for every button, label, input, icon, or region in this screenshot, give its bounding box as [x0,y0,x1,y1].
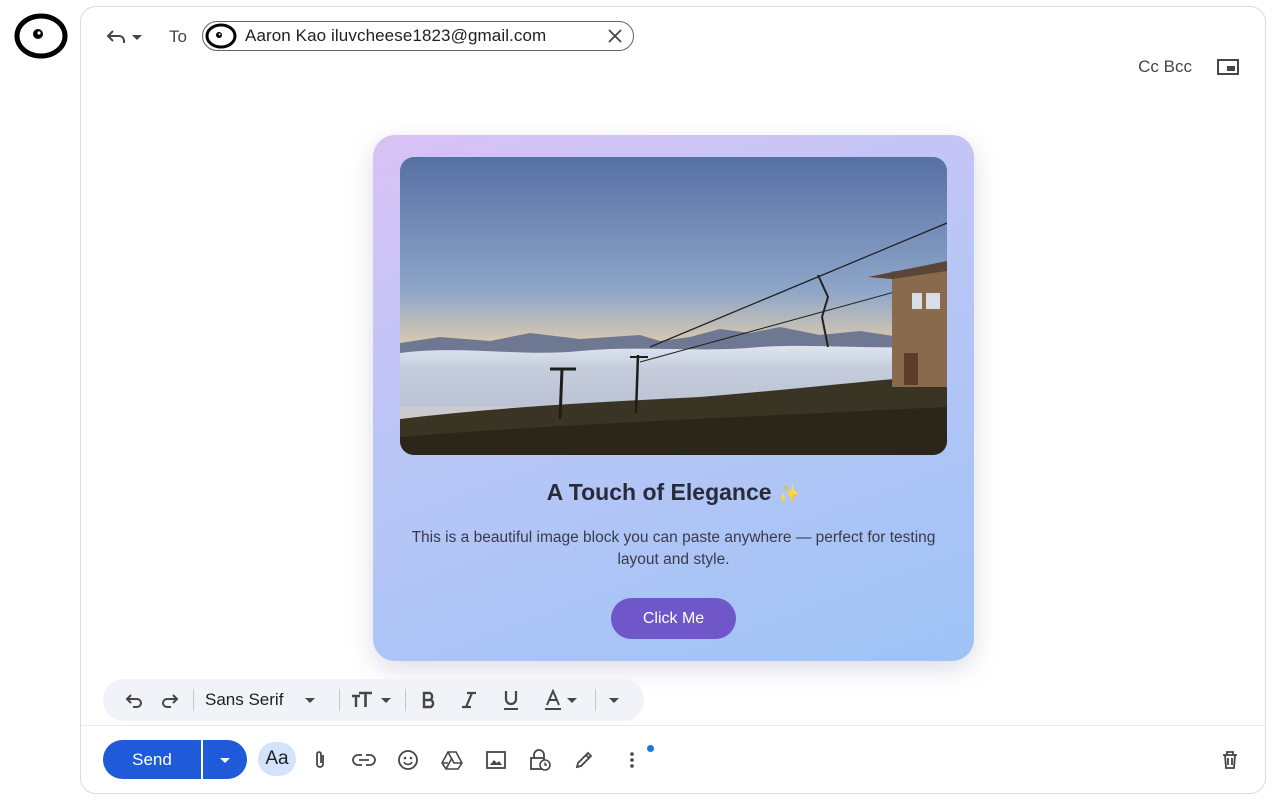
compose-window: To Aaron Kao iluvcheese1823@gmail.com Cc… [80,6,1266,794]
paperclip-icon [316,751,324,768]
insert-emoji-button[interactable] [393,745,423,775]
undo-icon [125,694,142,708]
recipient-chip[interactable]: Aaron Kao iluvcheese1823@gmail.com [202,21,634,51]
card-title: A Touch of Elegance ✨ [373,479,974,506]
more-options-button[interactable] [617,745,647,775]
chevron-down-icon [132,35,142,40]
insert-signature-button[interactable] [569,745,599,775]
popout-icon[interactable] [1217,59,1239,75]
emoji-icon [398,750,418,770]
cc-bcc-link[interactable]: Cc Bcc [1138,57,1192,77]
recipient-name-email: Aaron Kao iluvcheese1823@gmail.com [245,26,547,45]
chevron-down-icon [381,698,391,703]
font-family-select[interactable]: Sans Serif [205,688,317,712]
text-color-icon [545,689,561,710]
toolbar-divider [405,689,406,711]
formatting-toolbar: Sans Serif [103,679,644,721]
link-icon [352,754,376,766]
underline-icon [504,691,518,710]
card-description: This is a beautiful image block you can … [411,529,936,568]
chevron-down-icon [609,698,619,703]
bold-icon [422,691,435,709]
reply-icon [106,30,125,43]
click-me-button[interactable]: Click Me [611,598,736,639]
send-button-group: Send [103,740,247,779]
photo-icon [486,751,506,769]
to-label: To [169,27,187,46]
chevron-down-icon [305,698,316,703]
font-size-button[interactable] [351,688,393,712]
close-icon[interactable] [607,28,623,44]
notification-dot [647,745,654,752]
recipient-avatar [205,23,237,49]
text-color-button[interactable] [543,688,579,712]
insert-photo-button[interactable] [481,745,511,775]
confidential-mode-button[interactable] [525,745,555,775]
chevron-down-icon [567,698,577,703]
italic-button[interactable] [459,688,479,712]
font-family-label: Sans Serif [205,690,284,709]
redo-button[interactable] [159,688,179,712]
image-card: A Touch of Elegance ✨ This is a beautifu… [373,135,974,661]
sparkle-icon: ✨ [777,484,801,504]
reply-type-button[interactable] [105,25,153,49]
undo-button[interactable] [125,688,145,712]
lock-clock-icon [530,749,551,771]
more-formatting-button[interactable] [607,688,621,712]
send-button[interactable]: Send [103,740,201,779]
landscape-image [400,157,947,455]
toolbar-divider [595,689,596,711]
bold-button[interactable] [419,688,439,712]
underline-button[interactable] [501,688,521,712]
redo-icon [162,694,179,708]
footer-divider [81,725,1265,726]
insert-link-button[interactable] [349,745,379,775]
drive-icon [441,751,463,770]
toolbar-divider [339,689,340,711]
pen-icon [575,751,593,769]
trash-icon [1223,751,1237,769]
card-title-text: A Touch of Elegance [546,479,772,505]
insert-drive-button[interactable] [437,745,467,775]
attach-file-button[interactable] [305,745,335,775]
chevron-down-icon [220,757,230,763]
formatting-options-button[interactable]: Aa [258,742,296,776]
compose-header: To Aaron Kao iluvcheese1823@gmail.com [81,7,1265,67]
italic-icon [462,691,476,709]
discard-draft-button[interactable] [1215,745,1245,775]
send-options-button[interactable] [203,740,247,779]
more-vert-icon [630,752,634,768]
avatar[interactable] [14,13,68,59]
text-size-icon [352,691,372,707]
toolbar-divider [193,689,194,711]
